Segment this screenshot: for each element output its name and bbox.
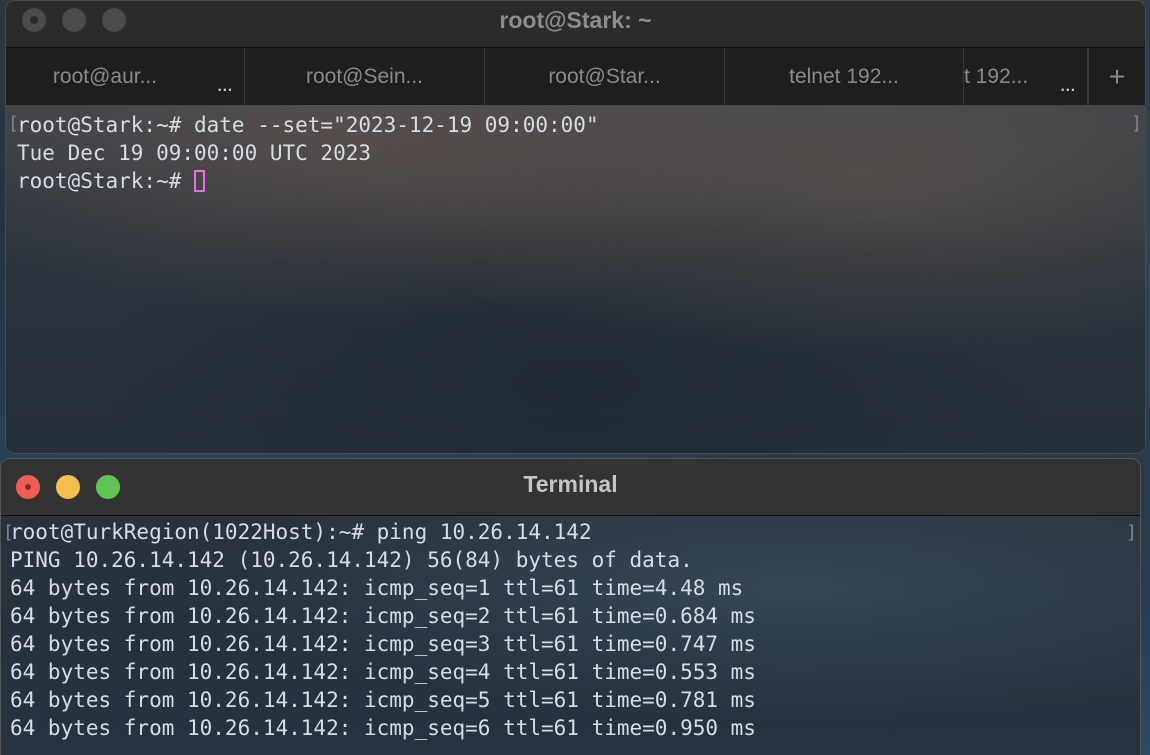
tab-more-icon[interactable]: ... [1060,73,1076,95]
right-bracket-icon: ] [1126,522,1137,543]
terminal-line: 64 bytes from 10.26.14.142: icmp_seq=6 t… [10,716,756,740]
terminal-line: Tue Dec 19 09:00:00 UTC 2023 [17,141,372,165]
tab-more-icon[interactable]: ... [217,73,233,95]
title-bar[interactable]: root@Stark: ~ [6,1,1145,47]
window-title: Terminal [523,471,618,497]
terminal-window-stark[interactable]: root@Stark: ~ root@aur... ... root@Sein.… [5,0,1146,454]
terminal-content[interactable]: [ ] root@Stark:~# date --set="2023-12-19… [6,105,1145,453]
tab-label: root@Star... [548,65,661,88]
tab-label: root@aur... [52,65,158,88]
tab-telnet-2[interactable]: t 192... ... [963,48,1088,106]
terminal-output: root@Stark:~# date --set="2023-12-19 09:… [17,111,599,195]
right-bracket-icon: ] [1131,113,1142,134]
terminal-line: 64 bytes from 10.26.14.142: icmp_seq=3 t… [10,632,756,656]
tab-root-aur[interactable]: root@aur... ... [6,48,245,106]
terminal-line: 64 bytes from 10.26.14.142: icmp_seq=5 t… [10,688,756,712]
terminal-line: 64 bytes from 10.26.14.142: icmp_seq=2 t… [10,604,756,628]
terminal-prompt: root@Stark:~# [17,169,195,193]
terminal-line: root@TurkRegion(1022Host):~# ping 10.26.… [10,520,592,544]
tab-telnet[interactable]: telnet 192... [725,48,963,106]
tab-root-stark[interactable]: root@Star... [485,48,725,106]
terminal-line: root@Stark:~# date --set="2023-12-19 09:… [17,113,599,137]
terminal-prompt-line: root@Stark:~# [17,167,599,195]
tab-label: root@Sein... [305,65,424,88]
terminal-window-front[interactable]: Terminal [ ] root@TurkRegion(1022Host):~… [0,458,1141,755]
new-tab-button[interactable]: + [1088,48,1145,106]
terminal-line: PING 10.26.14.142 (10.26.14.142) 56(84) … [10,548,693,572]
terminal-content[interactable]: [ ] root@TurkRegion(1022Host):~# ping 10… [1,516,1140,755]
title-bar[interactable]: Terminal [1,459,1140,516]
tab-label: t 192... [964,65,1029,88]
tab-root-sein[interactable]: root@Sein... [245,48,485,106]
terminal-line: 64 bytes from 10.26.14.142: icmp_seq=4 t… [10,660,756,684]
terminal-output: root@TurkRegion(1022Host):~# ping 10.26.… [10,518,756,742]
tab-label: telnet 192... [789,65,899,88]
text-cursor [194,170,206,192]
window-title: root@Stark: ~ [499,7,652,33]
plus-icon: + [1108,61,1126,92]
tab-bar: root@aur... ... root@Sein... root@Star..… [6,47,1145,107]
terminal-line: 64 bytes from 10.26.14.142: icmp_seq=1 t… [10,576,744,600]
